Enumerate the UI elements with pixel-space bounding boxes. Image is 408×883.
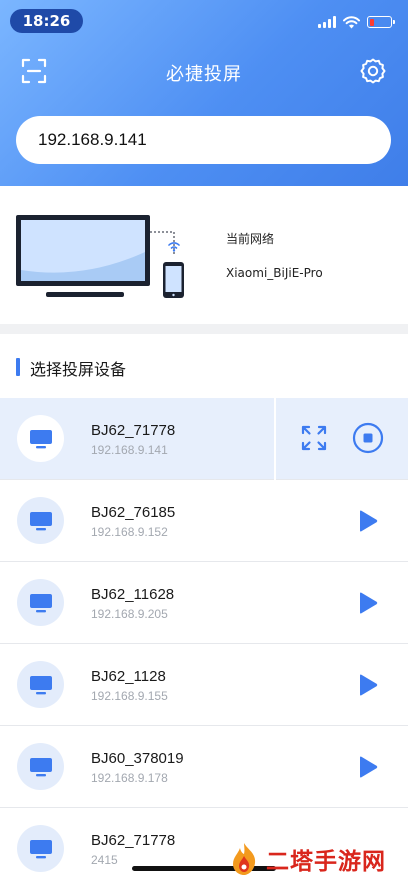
row-action-separator [274, 398, 276, 480]
device-ip: 192.168.9.178 [91, 771, 168, 785]
device-name: BJ62_71778 [91, 832, 176, 849]
device-name: BJ62_76185 [91, 504, 176, 521]
battery-icon [367, 16, 395, 28]
device-row[interactable]: BJ62_11628 192.168.9.205 [0, 562, 408, 644]
device-row[interactable]: BJ62_71778 192.168.9.141 [0, 398, 408, 480]
device-avatar [17, 825, 64, 872]
watermark-text: 二塔手游网 [266, 849, 386, 875]
ip-address-input[interactable] [16, 116, 391, 164]
device-ip: 192.168.9.205 [91, 607, 168, 621]
device-avatar [17, 661, 64, 708]
status-icons [318, 13, 395, 31]
nav-bar: 必捷投屏 [0, 48, 408, 96]
network-card: 当前网络 Xiaomi_BiJiE-Pro [0, 186, 408, 324]
status-time: 18:26 [10, 9, 83, 33]
monitor-icon [29, 675, 52, 694]
device-row[interactable]: BJ60_378019 192.168.9.178 [0, 726, 408, 808]
device-name: BJ62_71778 [91, 422, 176, 439]
monitor-icon [29, 511, 52, 530]
device-avatar [17, 497, 64, 544]
device-avatar [17, 415, 64, 462]
page-title: 必捷投屏 [166, 64, 242, 85]
play-icon[interactable] [357, 509, 379, 533]
device-row[interactable]: BJ62_1128 192.168.9.155 [0, 644, 408, 726]
section-accent-bar [16, 358, 20, 376]
section-header: 选择投屏设备 [0, 344, 408, 388]
device-name: BJ60_378019 [91, 750, 184, 767]
status-bar: 18:26 [0, 0, 408, 44]
settings-icon[interactable] [359, 57, 387, 85]
monitor-icon [29, 757, 52, 776]
play-icon[interactable] [357, 755, 379, 779]
device-list: BJ62_71778 192.168.9.141 BJ62_76185 192.… [0, 398, 408, 883]
play-icon[interactable] [357, 591, 379, 615]
section-title: 选择投屏设备 [30, 360, 127, 379]
watermark: 二塔手游网 [226, 836, 386, 882]
device-row[interactable]: BJ62_76185 192.168.9.152 [0, 480, 408, 562]
cellular-signal-icon [318, 16, 336, 28]
device-name: BJ62_1128 [91, 668, 166, 685]
monitor-icon [29, 839, 52, 858]
battery-level [369, 18, 374, 26]
stop-icon[interactable] [352, 422, 384, 454]
device-ip: 192.168.9.155 [91, 689, 168, 703]
play-icon[interactable] [357, 673, 379, 697]
device-avatar [17, 743, 64, 790]
monitor-icon [29, 429, 52, 448]
current-network-name: Xiaomi_BiJiE-Pro [226, 266, 323, 280]
device-name: BJ62_11628 [91, 586, 175, 603]
tv-phone-illustration [16, 215, 184, 298]
device-ip: 192.168.9.141 [91, 443, 168, 457]
wifi-icon [343, 15, 360, 28]
section-divider [0, 324, 408, 334]
flame-logo-icon [233, 843, 256, 875]
device-ip: 192.168.9.152 [91, 525, 168, 539]
header: 18:26 必捷投屏 [0, 0, 408, 186]
fullscreen-icon[interactable] [301, 425, 327, 451]
current-network-label: 当前网络 [226, 232, 275, 246]
device-ip: 2415 [91, 853, 118, 867]
device-avatar [17, 579, 64, 626]
monitor-icon [29, 593, 52, 612]
